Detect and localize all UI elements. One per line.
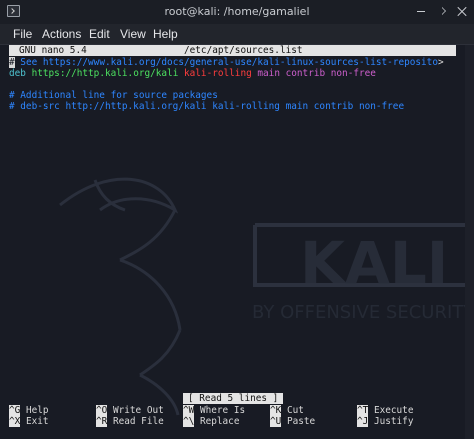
shortcut-where-is[interactable]: ^W Where Is	[183, 405, 245, 416]
menu-file[interactable]: File	[13, 27, 32, 41]
repo-url: https://http.kali.org/kali	[31, 68, 179, 79]
editor-line-5[interactable]: # deb-src http://http.kali.org/kali kali…	[9, 101, 404, 112]
wallpaper-brand: KALI	[300, 229, 448, 297]
maximize-icon[interactable]	[436, 5, 448, 17]
shortcut-paste[interactable]: ^U Paste	[270, 416, 315, 427]
terminal-scrollbar[interactable]	[465, 45, 474, 439]
shortcut-cut[interactable]: ^K Cut	[270, 405, 304, 416]
minimize-icon[interactable]	[415, 5, 427, 17]
shortcut-help[interactable]: ^G Help	[9, 405, 49, 416]
menu-actions[interactable]: Actions	[42, 27, 81, 41]
nano-version: GNU nano 5.4	[19, 45, 87, 56]
status-message: [ Read 5 lines ]	[183, 393, 284, 404]
kali-dragon-icon	[59, 177, 182, 416]
shortcut-replace[interactable]: ^\ Replace	[183, 416, 239, 427]
terminal-area[interactable]: KALI BY OFFENSIVE SECURITY GNU nano 5.4 …	[0, 45, 474, 439]
window-titlebar: root@kali: /home/gamaliel	[0, 0, 474, 24]
editor-line-4[interactable]: # Additional line for source packages	[9, 90, 218, 101]
editor-line-2[interactable]: deb https://http.kali.org/kali kali-roll…	[9, 68, 376, 79]
menu-view[interactable]: View	[120, 27, 146, 41]
shortcut-exit[interactable]: ^X Exit	[9, 416, 49, 427]
close-icon[interactable]	[456, 5, 468, 17]
deb-keyword: deb	[9, 68, 26, 79]
line-1-text: See https://www.kali.org/docs/general-us…	[14, 57, 438, 68]
window-title: root@kali: /home/gamaliel	[164, 5, 310, 18]
shortcut-read-file[interactable]: ^R Read File	[96, 416, 164, 427]
nano-filename: /etc/apt/sources.list	[184, 45, 303, 56]
line-overflow-marker: >	[437, 57, 444, 68]
nano-header: GNU nano 5.4 /etc/apt/sources.list	[9, 45, 456, 56]
repo-dist: kali-rolling	[184, 68, 252, 79]
wallpaper-tagline: BY OFFENSIVE SECURITY	[252, 302, 474, 323]
menu-edit[interactable]: Edit	[89, 27, 110, 41]
shortcut-write-out[interactable]: ^O Write Out	[96, 405, 164, 416]
menu-help[interactable]: Help	[153, 27, 178, 41]
menu-bar: File Actions Edit View Help	[0, 24, 474, 45]
shortcut-execute[interactable]: ^T Execute	[357, 405, 413, 416]
editor-line-1[interactable]: # See https://www.kali.org/docs/general-…	[9, 57, 444, 68]
shortcut-justify[interactable]: ^J Justify	[357, 416, 413, 427]
repo-components: main contrib non-free	[257, 68, 376, 79]
